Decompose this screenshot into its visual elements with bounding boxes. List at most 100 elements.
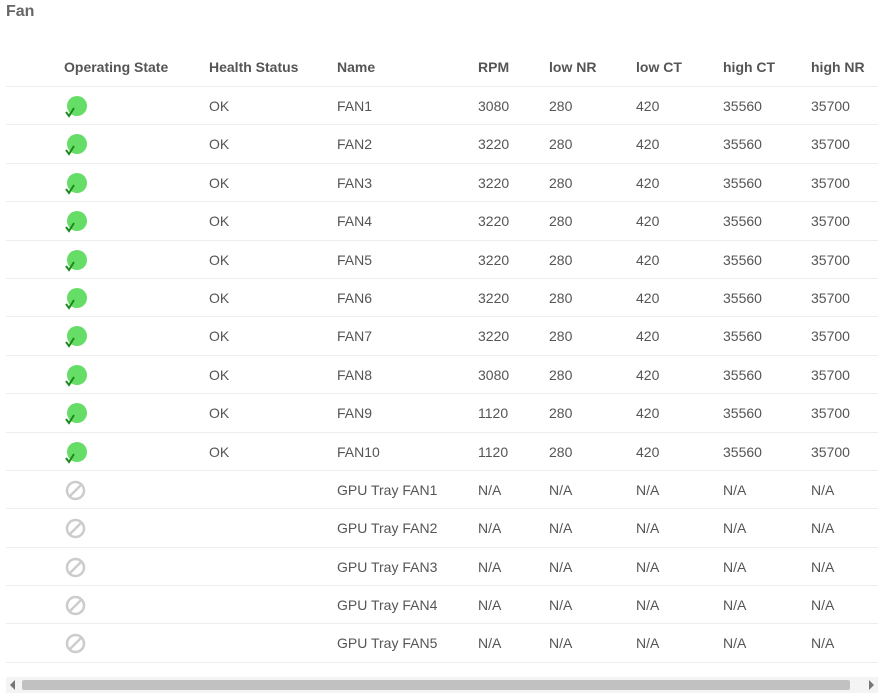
high-nr-cell: 35700 [811,443,850,460]
low-nr-cell: N/A [549,481,573,498]
table-row[interactable]: OK FAN4 3220 280 420 35560 35700 [6,202,878,241]
name-cell: FAN9 [337,405,373,422]
rpm-cell: N/A [478,635,502,652]
status-ok-icon [65,326,87,349]
low-nr-cell: 280 [549,289,573,306]
table-row[interactable]: OK FAN5 3220 280 420 35560 35700 [6,241,878,279]
header-operating-state[interactable]: Operating State [64,59,168,75]
low-ct-cell: 420 [636,213,660,230]
high-ct-cell: N/A [723,481,747,498]
health-status-cell: OK [209,136,230,153]
rpm-cell: 3220 [478,251,510,268]
high-ct-cell: 35560 [723,251,762,268]
header-low-nr[interactable]: low NR [549,59,596,75]
high-nr-cell: 35700 [811,328,850,345]
status-ok-icon [65,172,87,195]
status-ok-icon [65,403,87,425]
high-ct-cell: N/A [723,597,747,614]
low-ct-cell: 420 [636,174,660,191]
health-status-cell: OK [209,98,230,114]
table-row[interactable]: OK FAN6 3220 280 420 35560 35700 [6,279,878,318]
health-status-cell: OK [209,174,230,191]
header-rpm[interactable]: RPM [478,59,509,75]
header-high-ct[interactable]: high CT [723,59,775,75]
health-status-cell: OK [209,443,230,460]
rpm-cell: 3080 [478,366,510,383]
table-row[interactable]: GPU Tray FAN4 N/A N/A N/A N/A N/A [6,586,878,625]
table-row[interactable]: GPU Tray FAN1 N/A N/A N/A N/A N/A [6,471,878,510]
table-row[interactable]: OK FAN1 3080 280 420 35560 35700 [6,87,878,126]
table-body: OK FAN1 3080 280 420 35560 35700 OK FAN2 3220 280 4… [6,87,878,663]
rpm-cell: 1120 [478,443,509,460]
high-nr-cell: 35700 [811,98,850,114]
table-row[interactable]: OK FAN8 3080 280 420 35560 35700 [6,356,878,395]
high-nr-cell: 35700 [811,174,850,191]
high-ct-cell: 35560 [723,366,762,383]
not-available-icon [65,480,86,501]
low-ct-cell: 420 [636,443,660,460]
low-ct-cell: N/A [636,597,660,614]
name-cell: FAN5 [337,251,373,268]
header-name[interactable]: Name [337,59,375,75]
rpm-cell: N/A [478,597,502,614]
table-row[interactable]: OK FAN2 3220 280 420 35560 35700 [6,125,878,164]
scroll-right-arrow-icon[interactable] [869,680,874,690]
low-nr-cell: 280 [549,405,573,422]
low-ct-cell: N/A [636,635,660,652]
high-ct-cell: 35560 [723,289,762,306]
table-header: Operating State Health Status Name RPM l… [6,48,878,87]
scroll-thumb[interactable] [22,680,850,690]
health-status-cell: OK [209,251,230,268]
not-available-icon [65,634,86,654]
header-low-ct[interactable]: low CT [636,59,682,75]
low-ct-cell: 420 [636,405,660,422]
table-row[interactable]: OK FAN9 1120 280 420 35560 35700 [6,394,878,433]
low-nr-cell: 280 [549,213,573,230]
table-row[interactable]: GPU Tray FAN2 N/A N/A N/A N/A N/A [6,509,878,548]
not-available-icon [65,557,86,577]
page-title: Fan [6,3,35,20]
low-nr-cell: 280 [549,366,573,383]
horizontal-scrollbar[interactable] [6,677,878,693]
table-row[interactable]: GPU Tray FAN5 N/A N/A N/A N/A N/A [6,624,878,663]
low-ct-cell: 420 [636,366,660,383]
header-high-nr[interactable]: high NR [811,59,865,75]
not-available-icon [65,519,86,539]
name-cell: FAN3 [337,174,373,191]
name-cell: FAN1 [337,98,373,114]
table-row[interactable]: GPU Tray FAN3 N/A N/A N/A N/A N/A [6,548,878,587]
table-row[interactable]: OK FAN7 3220 280 420 35560 35700 [6,317,878,356]
low-nr-cell: 280 [549,251,573,268]
name-cell: FAN6 [337,289,373,306]
low-nr-cell: N/A [549,635,573,652]
scroll-left-arrow-icon[interactable] [10,680,15,690]
name-cell: FAN8 [337,366,373,383]
table-row[interactable]: OK FAN10 1120 280 420 35560 35700 [6,433,878,471]
rpm-cell: N/A [478,481,502,498]
status-ok-icon [65,96,87,118]
name-cell: GPU Tray FAN2 [337,520,438,537]
high-nr-cell: 35700 [811,366,850,383]
status-ok-icon [65,249,87,272]
high-nr-cell: N/A [811,558,835,575]
rpm-cell: 3220 [478,328,510,345]
low-nr-cell: N/A [549,597,573,614]
health-status-cell: OK [209,213,230,230]
status-ok-icon [65,441,87,464]
health-status-cell: OK [209,328,230,345]
high-nr-cell: 35700 [811,136,850,153]
table-row[interactable]: OK FAN3 3220 280 420 35560 35700 [6,164,878,203]
status-ok-icon [65,364,87,387]
low-nr-cell: 280 [549,174,573,191]
rpm-cell: 3220 [478,174,510,191]
rpm-cell: N/A [478,520,502,537]
name-cell: GPU Tray FAN4 [337,597,438,614]
low-nr-cell: 280 [549,98,573,114]
name-cell: GPU Tray FAN1 [337,481,438,498]
high-ct-cell: 35560 [723,443,762,460]
high-nr-cell: 35700 [811,405,850,422]
header-health-status[interactable]: Health Status [209,59,298,75]
low-nr-cell: 280 [549,136,573,153]
rpm-cell: 3220 [478,289,510,306]
name-cell: FAN4 [337,213,373,230]
